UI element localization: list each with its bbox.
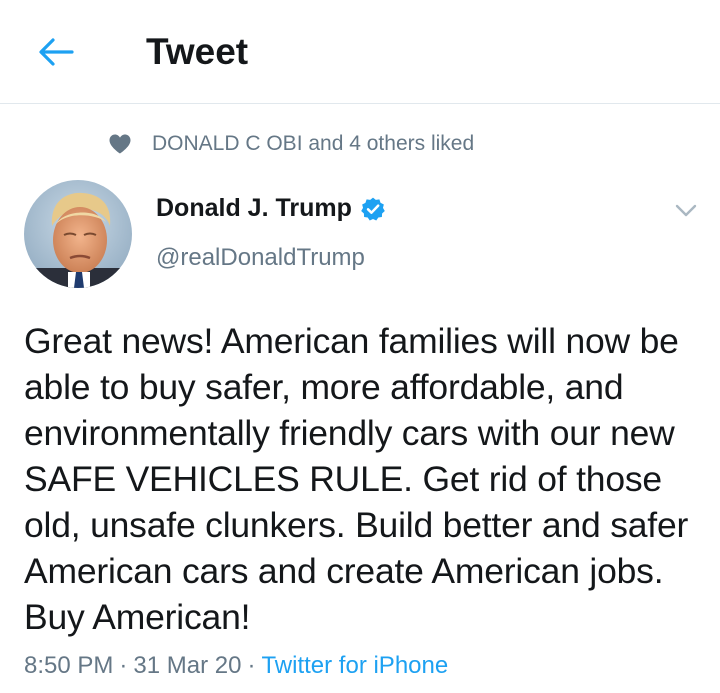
heart-icon (109, 134, 131, 154)
meta-separator: · (247, 652, 256, 679)
verified-badge-icon (361, 197, 385, 220)
author-name: Donald J. Trump (156, 194, 352, 222)
tweet-time: 8:50 PM (24, 652, 114, 679)
page-title: Tweet (146, 31, 249, 72)
tweet-date: 31 Mar 20 (133, 652, 242, 679)
avatar[interactable] (24, 180, 132, 288)
tweet-meta: 8:50 PM · 31 Mar 20 · Twitter for iPhone (24, 652, 448, 680)
author-name-row[interactable]: Donald J. Trump (156, 194, 386, 223)
social-context[interactable]: DONALD C OBI and 4 others liked (108, 130, 474, 158)
profile-photo (24, 180, 132, 288)
liked-by-text: DONALD C OBI and 4 others liked (152, 132, 475, 155)
tweet-source-link[interactable]: Twitter for iPhone (261, 652, 448, 679)
tweet-detail-screen: Tweet DONALD C OBI and 4 others liked Do… (0, 0, 720, 693)
tweet-menu-button[interactable] (668, 196, 704, 226)
arrow-left-icon (39, 38, 74, 66)
chevron-down-icon (675, 204, 697, 217)
meta-separator: · (119, 652, 128, 679)
tweet-text: Great news! American families will now b… (24, 321, 689, 637)
top-bar: Tweet (0, 0, 720, 104)
author-handle[interactable]: @realDonaldTrump (156, 244, 365, 272)
back-button[interactable] (28, 30, 84, 74)
